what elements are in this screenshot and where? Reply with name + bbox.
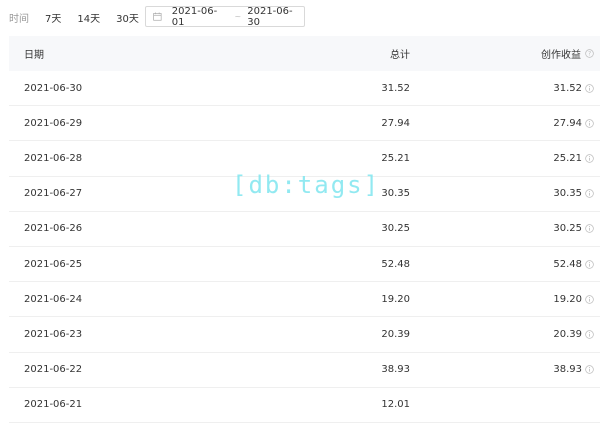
info-icon[interactable] bbox=[585, 224, 594, 234]
date-range-start[interactable]: 2021-06-01 bbox=[172, 6, 229, 28]
row-total: 20.39 bbox=[381, 328, 410, 340]
row-date: 2021-06-30 bbox=[24, 82, 83, 94]
table-row: 2021-06-26 30.25 30.25 bbox=[9, 212, 600, 247]
header-earnings-label: 创作收益 bbox=[541, 50, 581, 61]
row-date: 2021-06-21 bbox=[24, 399, 83, 411]
info-icon[interactable] bbox=[585, 365, 594, 374]
row-earnings-cell: 30.35 bbox=[410, 188, 594, 199]
row-date: 2021-06-25 bbox=[24, 258, 83, 270]
row-date: 2021-06-27 bbox=[24, 188, 83, 200]
row-date: 2021-06-28 bbox=[24, 152, 83, 164]
row-total: 25.21 bbox=[381, 152, 410, 164]
info-icon[interactable] bbox=[585, 119, 594, 128]
range-14-days-button[interactable]: 14天 bbox=[77, 10, 100, 25]
table-header: 日期 总计 创作收益 ? bbox=[9, 36, 600, 71]
table-row: 2021-06-22 38.93 38.93 bbox=[9, 353, 600, 388]
header-earnings: 创作收益 ? bbox=[410, 46, 594, 61]
row-earnings-cell: 31.52 bbox=[410, 83, 594, 94]
table-row: 2021-06-28 25.21 25.21 bbox=[9, 141, 600, 177]
range-7-days-button[interactable]: 7天 bbox=[45, 10, 61, 25]
info-icon[interactable] bbox=[585, 259, 594, 269]
table-body: 2021-06-30 31.52 31.52 2021-06-29 27.94 27.94… bbox=[9, 71, 600, 423]
table-row: 2021-06-23 20.39 20.39 bbox=[9, 317, 600, 353]
row-total: 31.52 bbox=[381, 82, 410, 94]
row-earnings-cell: 27.94 bbox=[410, 118, 594, 129]
table-row: 2021-06-27 30.35 30.35 bbox=[9, 177, 600, 212]
date-range-separator: ~ bbox=[234, 12, 242, 21]
header-date: 日期 bbox=[24, 50, 44, 61]
row-earnings: 30.35 bbox=[553, 188, 582, 200]
date-range-end[interactable]: 2021-06-30 bbox=[247, 6, 304, 28]
row-earnings-cell: 38.93 bbox=[410, 364, 594, 375]
row-earnings-cell: 19.20 bbox=[410, 294, 594, 305]
row-earnings: 31.52 bbox=[553, 82, 582, 94]
row-total: 27.94 bbox=[381, 117, 410, 129]
row-earnings: 52.48 bbox=[553, 258, 582, 270]
table-row: 2021-06-21 12.01 bbox=[9, 388, 600, 423]
row-date: 2021-06-29 bbox=[24, 117, 83, 129]
table-row: 2021-06-29 27.94 27.94 bbox=[9, 106, 600, 142]
info-icon[interactable] bbox=[585, 330, 594, 339]
header-total: 总计 bbox=[390, 50, 410, 61]
question-icon[interactable]: ? bbox=[585, 49, 594, 58]
row-date: 2021-06-26 bbox=[24, 223, 83, 235]
range-30-days-button[interactable]: 30天 bbox=[116, 10, 139, 25]
row-earnings-cell: 25.21 bbox=[410, 153, 594, 164]
row-total: 19.20 bbox=[381, 293, 410, 305]
info-icon[interactable] bbox=[585, 83, 594, 93]
row-earnings: 38.93 bbox=[553, 364, 582, 376]
row-total: 52.48 bbox=[381, 258, 410, 270]
row-earnings: 27.94 bbox=[553, 117, 582, 129]
row-date: 2021-06-23 bbox=[24, 328, 83, 340]
row-date: 2021-06-24 bbox=[24, 293, 83, 305]
row-earnings: 25.21 bbox=[553, 152, 582, 164]
row-earnings-cell: 52.48 bbox=[410, 259, 594, 270]
row-date: 2021-06-22 bbox=[24, 364, 83, 376]
calendar-icon bbox=[153, 12, 162, 21]
svg-text:?: ? bbox=[588, 52, 591, 58]
row-total: 38.93 bbox=[381, 364, 410, 376]
time-filter-label: 时间 bbox=[9, 13, 29, 25]
row-earnings: 19.20 bbox=[553, 293, 582, 305]
info-icon[interactable] bbox=[585, 154, 594, 163]
row-earnings-cell: 20.39 bbox=[410, 329, 594, 340]
row-earnings: 30.25 bbox=[553, 223, 582, 235]
row-total: 30.35 bbox=[381, 188, 410, 200]
info-icon[interactable] bbox=[585, 294, 594, 304]
row-earnings: 20.39 bbox=[553, 328, 582, 340]
earnings-table: 日期 总计 创作收益 ? 2021-06-30 31.52 31.52 2021-06… bbox=[9, 36, 600, 423]
row-total: 12.01 bbox=[381, 399, 410, 411]
row-total: 30.25 bbox=[381, 223, 410, 235]
row-earnings-cell: 30.25 bbox=[410, 223, 594, 234]
info-icon[interactable] bbox=[585, 189, 594, 198]
table-row: 2021-06-24 19.20 19.20 bbox=[9, 282, 600, 318]
date-range-picker[interactable]: 2021-06-01 ~ 2021-06-30 bbox=[145, 6, 305, 28]
table-row: 2021-06-30 31.52 31.52 bbox=[9, 71, 600, 107]
table-row: 2021-06-25 52.48 52.48 bbox=[9, 247, 600, 283]
